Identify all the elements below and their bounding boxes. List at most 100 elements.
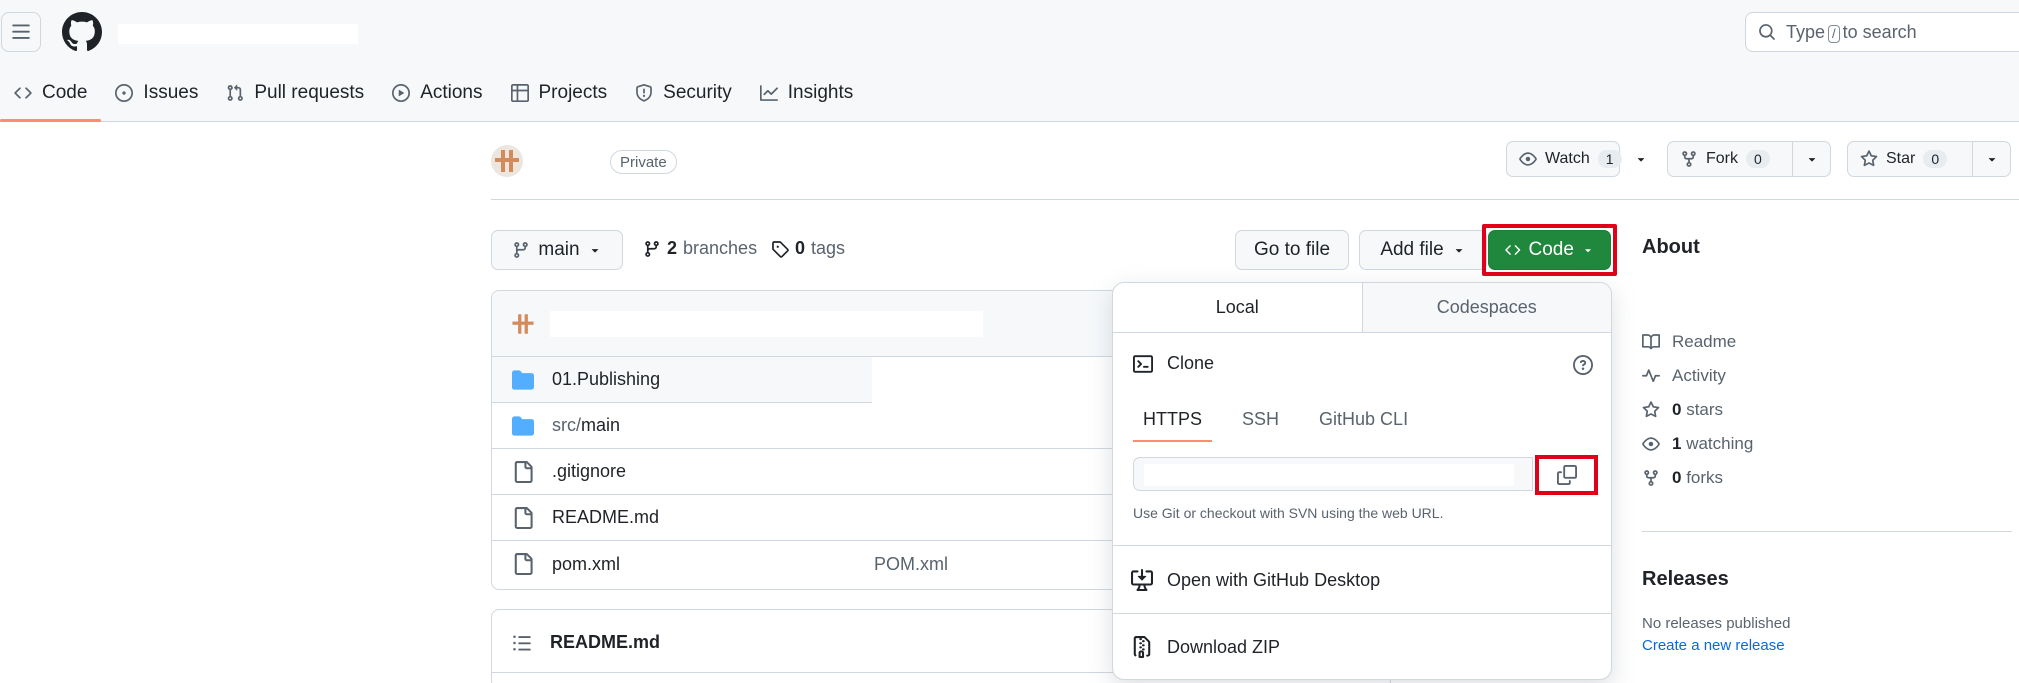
watching-link[interactable]: 1 watching <box>1642 434 1753 454</box>
github-logo-icon[interactable] <box>62 12 102 52</box>
create-release-link[interactable]: Create a new release <box>1642 637 1785 654</box>
clone-url-hint: Use Git or checkout with SVN using the w… <box>1133 505 1444 521</box>
file-icon <box>512 506 534 529</box>
sidebar-divider <box>1642 531 2012 532</box>
star-dropdown-button[interactable] <box>1972 142 2010 176</box>
about-list: Readme Activity 0 stars 1 watching 0 for… <box>1642 332 1753 488</box>
tab-projects[interactable]: Projects <box>497 72 622 122</box>
desktop-download-icon <box>1131 569 1153 591</box>
play-icon <box>392 84 411 102</box>
watch-count: 1 <box>1597 150 1622 168</box>
clone-title: Clone <box>1167 353 1215 373</box>
question-icon[interactable] <box>1573 355 1593 375</box>
tab-label: Pull requests <box>254 82 365 103</box>
about-heading: About <box>1642 236 1700 258</box>
tab-code[interactable]: Code <box>0 72 102 122</box>
activity-link[interactable]: Activity <box>1642 366 1753 386</box>
file-name[interactable]: .gitignore <box>552 461 874 482</box>
download-zip-item[interactable]: Download ZIP <box>1131 636 1280 658</box>
list-unordered-icon[interactable] <box>512 633 532 653</box>
star-count: 0 <box>1923 150 1948 168</box>
download-zip-label: Download ZIP <box>1167 636 1281 657</box>
add-file-button[interactable]: Add file <box>1359 230 1487 270</box>
git-pull-request-icon <box>228 84 244 101</box>
watch-button[interactable]: Watch 1 <box>1507 142 1634 176</box>
fork-button[interactable]: Fork 0 <box>1668 142 1792 176</box>
dropdown-divider <box>1113 545 1611 546</box>
triangle-down-icon <box>1585 249 1591 253</box>
committer-avatar[interactable] <box>510 311 536 337</box>
search-icon <box>1759 24 1775 40</box>
search-placeholder-post: to search <box>1842 21 1917 42</box>
file-icon <box>512 553 534 575</box>
readme-title[interactable]: README.md <box>550 632 660 653</box>
owner-avatar[interactable] <box>491 145 523 177</box>
watching-label: watching <box>1686 434 1754 453</box>
stars-link[interactable]: 0 stars <box>1642 400 1753 420</box>
file-commit-message: POM.xml <box>874 553 948 574</box>
repo-forked-icon <box>1644 470 1658 486</box>
releases-heading[interactable]: Releases <box>1642 568 1729 591</box>
star-icon <box>1860 150 1878 167</box>
file-name[interactable]: pom.xml <box>552 554 874 575</box>
forks-count: 0 <box>1672 468 1682 487</box>
chevron-down-icon[interactable] <box>1634 152 1658 166</box>
stars-label: stars <box>1686 400 1724 419</box>
star-button[interactable]: Star 0 <box>1848 142 1972 176</box>
tab-security[interactable]: Security <box>621 72 746 122</box>
go-to-file-button[interactable]: Go to file <box>1235 230 1349 270</box>
file-name[interactable]: 01.Publishing <box>552 369 874 390</box>
repo-nav-tabs: Code Issues Pull requests Actions Projec… <box>0 72 867 122</box>
code-button[interactable]: Code <box>1488 230 1611 270</box>
clone-heading: Clone <box>1133 353 1214 374</box>
stars-count: 0 <box>1672 400 1682 419</box>
open-github-desktop-item[interactable]: Open with GitHub Desktop <box>1131 569 1380 591</box>
search-input[interactable]: Type / to search <box>1745 12 2019 52</box>
shield-icon <box>636 84 653 102</box>
folder-icon <box>512 415 534 437</box>
repo-forked-icon <box>1682 151 1696 167</box>
triangle-down-icon <box>1455 249 1462 253</box>
file-name-main: main <box>581 415 621 435</box>
repo-header-divider <box>491 199 2019 200</box>
book-icon <box>1642 334 1660 350</box>
code-button-label: Code <box>1528 239 1574 260</box>
tab-issues[interactable]: Issues <box>101 72 212 122</box>
folder-icon <box>512 369 534 391</box>
clone-url-input[interactable] <box>1133 457 1533 491</box>
tab-pull-requests[interactable]: Pull requests <box>212 72 378 122</box>
fork-button-group: Fork 0 <box>1667 141 1831 177</box>
star-label: Star <box>1886 150 1916 167</box>
readme-link[interactable]: Readme <box>1642 332 1753 352</box>
fork-dropdown-button[interactable] <box>1792 142 1830 176</box>
forks-link[interactable]: 0 forks <box>1642 468 1753 488</box>
tags-count: 0 <box>795 238 806 258</box>
file-name[interactable]: src/main <box>552 415 874 436</box>
tab-codespaces[interactable]: Codespaces <box>1361 283 1611 332</box>
copy-url-button[interactable] <box>1535 455 1598 495</box>
open-github-desktop-label: Open with GitHub Desktop <box>1167 569 1381 590</box>
tab-insights[interactable]: Insights <box>746 72 867 122</box>
tab-label: Security <box>663 82 732 103</box>
subtab-github-cli[interactable]: GitHub CLI <box>1319 409 1408 442</box>
tab-local[interactable]: Local <box>1113 283 1362 332</box>
readme-link-label: Readme <box>1672 332 1737 351</box>
clone-url-redacted <box>1144 464 1514 486</box>
branches-link[interactable]: 2 branches <box>643 238 757 259</box>
clone-dropdown: Local Codespaces Clone HTTPS SSH GitHub … <box>1112 282 1612 680</box>
subtab-https[interactable]: HTTPS <box>1132 409 1213 442</box>
branch-selector-button[interactable]: main <box>491 230 623 270</box>
subtab-ssh[interactable]: SSH <box>1242 409 1279 442</box>
hamburger-menu-button[interactable] <box>1 12 41 52</box>
add-file-label: Add file <box>1380 239 1444 260</box>
clone-tabs: Local Codespaces <box>1113 283 1611 333</box>
file-name[interactable]: README.md <box>552 507 874 528</box>
triangle-down-icon <box>591 249 598 253</box>
no-releases-text: No releases published <box>1642 615 1791 632</box>
tab-actions[interactable]: Actions <box>378 72 496 122</box>
menu-icon <box>12 24 30 39</box>
tags-link[interactable]: 0 tags <box>771 238 845 259</box>
file-icon <box>512 460 534 483</box>
commit-message-redacted <box>550 311 983 337</box>
terminal-icon <box>1133 354 1153 373</box>
